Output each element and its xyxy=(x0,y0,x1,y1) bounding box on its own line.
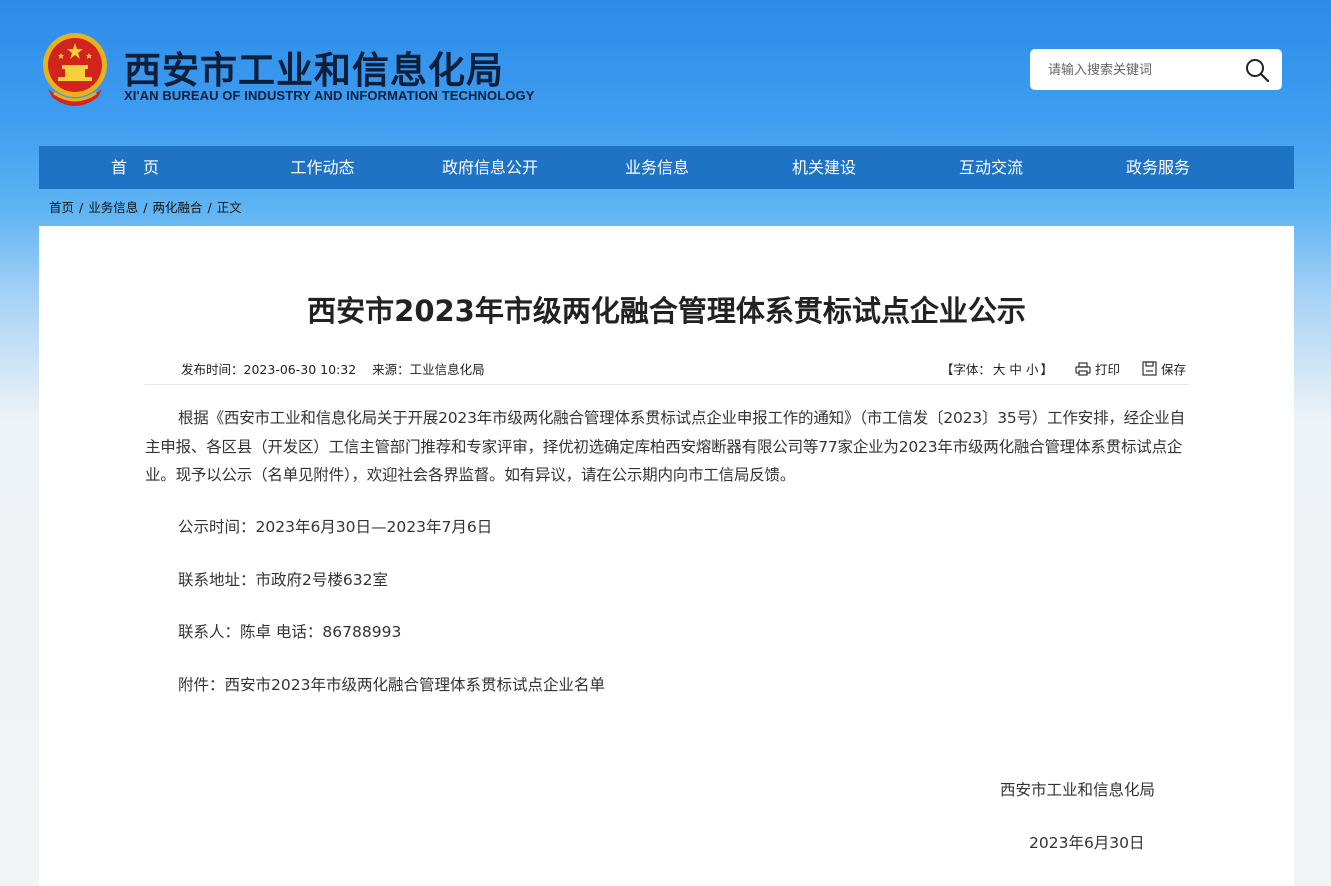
nav-item-business-info[interactable]: 业务信息 xyxy=(566,146,748,189)
breadcrumb-home[interactable]: 首页 xyxy=(49,200,74,215)
font-small-button[interactable]: 小 xyxy=(1026,359,1039,378)
search-input[interactable] xyxy=(1048,57,1238,83)
source-value: 工业信息化局 xyxy=(409,362,485,377)
print-label: 打印 xyxy=(1094,362,1120,377)
breadcrumb-business-info[interactable]: 业务信息 xyxy=(88,200,138,215)
attachment-link[interactable]: 西安市2023年市级两化融合管理体系贯标试点企业名单 xyxy=(225,676,605,694)
nav-item-org-building[interactable]: 机关建设 xyxy=(748,146,900,189)
attachment-label: 附件： xyxy=(178,676,225,694)
publish-label: 发布时间： xyxy=(181,362,244,377)
article-meta: 发布时间：2023-06-30 10:32 来源：工业信息化局 【字体： 大 中 … xyxy=(145,357,1189,385)
source-label: 来源： xyxy=(372,362,410,377)
attachment-line: 附件：西安市2023年市级两化融合管理体系贯标试点企业名单 xyxy=(145,671,605,700)
font-medium-button[interactable]: 中 xyxy=(1009,359,1022,378)
breadcrumb-integration[interactable]: 两化融合 xyxy=(152,200,202,215)
printer-icon xyxy=(1075,361,1091,376)
signature-date: 2023年6月30日 xyxy=(1029,834,1145,852)
nav-item-home[interactable]: 首 页 xyxy=(39,146,231,189)
contact-address: 联系地址：市政府2号楼632室 xyxy=(178,571,388,589)
breadcrumb: 首页 / 业务信息 / 两化融合 / 正文 xyxy=(49,200,242,215)
save-icon xyxy=(1142,361,1157,376)
article-container: 西安市2023年市级两化融合管理体系贯标试点企业公示 发布时间：2023-06-… xyxy=(39,226,1294,886)
font-large-button[interactable]: 大 xyxy=(993,359,1006,378)
site-header: 西安市工业和信息化局 XI'AN BUREAU OF INDUSTRY AND … xyxy=(0,0,1331,146)
contact-person: 联系人：陈卓 电话：86788993 xyxy=(178,623,402,641)
nav-item-gov-info[interactable]: 政府信息公开 xyxy=(414,146,566,189)
article-title: 西安市2023年市级两化融合管理体系贯标试点企业公示 xyxy=(307,294,1026,328)
save-label: 保存 xyxy=(1160,362,1186,377)
breadcrumb-current: 正文 xyxy=(216,200,242,215)
nav-item-work-news[interactable]: 工作动态 xyxy=(231,146,414,189)
article-paragraph: 根据《西安市工业和信息化局关于开展2023年市级两化融合管理体系贯标试点企业申报… xyxy=(145,409,1185,484)
save-button[interactable]: 保存 xyxy=(1142,359,1186,378)
main-nav: 首 页 工作动态 政府信息公开 业务信息 机关建设 互动交流 政务服务 xyxy=(39,146,1294,189)
article-body: 根据《西安市工业和信息化局关于开展2023年市级两化融合管理体系贯标试点企业申报… xyxy=(145,404,1189,694)
search-box xyxy=(1030,49,1282,90)
print-button[interactable]: 打印 xyxy=(1075,359,1120,378)
nav-item-gov-service[interactable]: 政务服务 xyxy=(1082,146,1234,189)
site-subtitle-en: XI'AN BUREAU OF INDUSTRY AND INFORMATION… xyxy=(124,88,535,103)
signature-org: 西安市工业和信息化局 xyxy=(1000,781,1156,799)
publish-time: 2023-06-30 10:32 xyxy=(243,362,357,377)
national-emblem-icon xyxy=(43,33,107,106)
font-size-label: 【字体： xyxy=(940,362,991,377)
font-size-close: 】 xyxy=(1040,362,1053,377)
search-icon[interactable] xyxy=(1244,57,1270,83)
publicity-period: 公示时间：2023年6月30日—2023年7月6日 xyxy=(178,518,493,536)
nav-item-interaction[interactable]: 互动交流 xyxy=(900,146,1082,189)
site-title: 西安市工业和信息化局 xyxy=(124,49,504,92)
